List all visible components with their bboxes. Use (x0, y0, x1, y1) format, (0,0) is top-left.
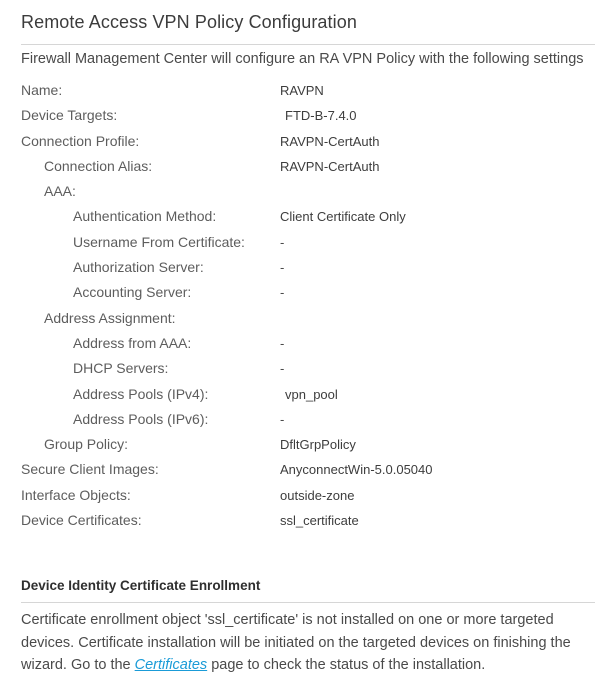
settings-summary-list: Name: RAVPN Device Targets: FTD-B-7.4.0 Conn… (0, 78, 612, 533)
setting-label: Username From Certificate: (73, 233, 245, 250)
setting-label: AAA: (44, 183, 76, 200)
setting-label: Accounting Server: (73, 284, 192, 301)
setting-value: outside-zone (280, 487, 355, 503)
setting-label: Connection Alias: (44, 157, 153, 174)
setting-row: Address Pools (IPv4): vpn_pool (0, 382, 612, 407)
setting-row: Name: RAVPN (0, 78, 612, 103)
setting-row: Accounting Server: - (0, 280, 612, 305)
setting-value: - (280, 285, 285, 301)
setting-row: Authorization Server: - (0, 255, 612, 280)
setting-value: - (280, 260, 285, 276)
enrollment-section-title: Device Identity Certificate Enrollment (21, 578, 261, 593)
enrollment-note-part2: page to check the status of the installa… (207, 657, 486, 673)
setting-label: Secure Client Images: (21, 461, 159, 478)
setting-label: Address Pools (IPv4): (73, 385, 209, 402)
setting-row: Secure Client Images: AnyconnectWin-5.0.0… (0, 457, 612, 482)
setting-value: RAVPN (280, 83, 324, 98)
setting-row: Connection Profile: RAVPN-CertAuth (0, 129, 612, 154)
setting-row: Device Targets: FTD-B-7.4.0 (0, 103, 612, 128)
setting-label: Group Policy: (44, 436, 129, 453)
setting-row: Username From Certificate: - (0, 230, 612, 255)
setting-value: - (280, 234, 285, 250)
setting-value: RAVPN-CertAuth (280, 158, 380, 174)
setting-label: Interface Objects: (21, 486, 131, 503)
setting-label: Address Assignment: (44, 309, 176, 326)
intro-text: Firewall Management Center will configur… (21, 51, 584, 67)
setting-row: Connection Alias: RAVPN-CertAuth (0, 154, 612, 179)
setting-row: Interface Objects: outside-zone (0, 483, 612, 508)
setting-label: Device Targets: (21, 107, 118, 124)
certificates-link[interactable]: Certificates (135, 657, 208, 673)
setting-row: Authentication Method: Client Certificate… (0, 204, 612, 229)
setting-value: AnyconnectWin-5.0.05040 (280, 462, 433, 478)
setting-label: Connection Profile: (21, 132, 140, 149)
enrollment-note: Certificate enrollment object 'ssl_certi… (21, 609, 593, 677)
setting-value: RAVPN-CertAuth (280, 133, 380, 149)
setting-label: Name: (21, 82, 63, 98)
setting-label: Address Pools (IPv6): (73, 410, 209, 427)
setting-value: - (280, 361, 285, 377)
setting-label: Device Certificates: (21, 512, 142, 529)
setting-value: vpn_pool (285, 386, 338, 402)
setting-label: Address from AAA: (73, 334, 192, 351)
setting-value: ssl_certificate (280, 513, 359, 529)
setting-row: Device Certificates: ssl_certificate (0, 508, 612, 533)
enrollment-divider (21, 602, 595, 603)
vpn-policy-summary-page: Remote Access VPN Policy Configuration F… (0, 0, 612, 677)
setting-row: DHCP Servers: - (0, 356, 612, 381)
setting-value: - (280, 335, 285, 351)
setting-label: Authorization Server: (73, 259, 204, 276)
setting-row: Group Policy: DfltGrpPolicy (0, 432, 612, 457)
setting-row: Address from AAA: - (0, 331, 612, 356)
setting-value: - (280, 411, 285, 427)
setting-value: Client Certificate Only (280, 209, 406, 225)
setting-row: Address Assignment: (0, 306, 612, 331)
setting-label: DHCP Servers: (73, 360, 169, 377)
setting-row: Address Pools (IPv6): - (0, 407, 612, 432)
setting-label: Authentication Method: (73, 208, 217, 225)
setting-value: FTD-B-7.4.0 (285, 108, 357, 124)
setting-row: AAA: (0, 179, 612, 204)
header-divider (21, 44, 595, 45)
setting-value: DfltGrpPolicy (280, 437, 356, 453)
page-title: Remote Access VPN Policy Configuration (21, 12, 357, 32)
